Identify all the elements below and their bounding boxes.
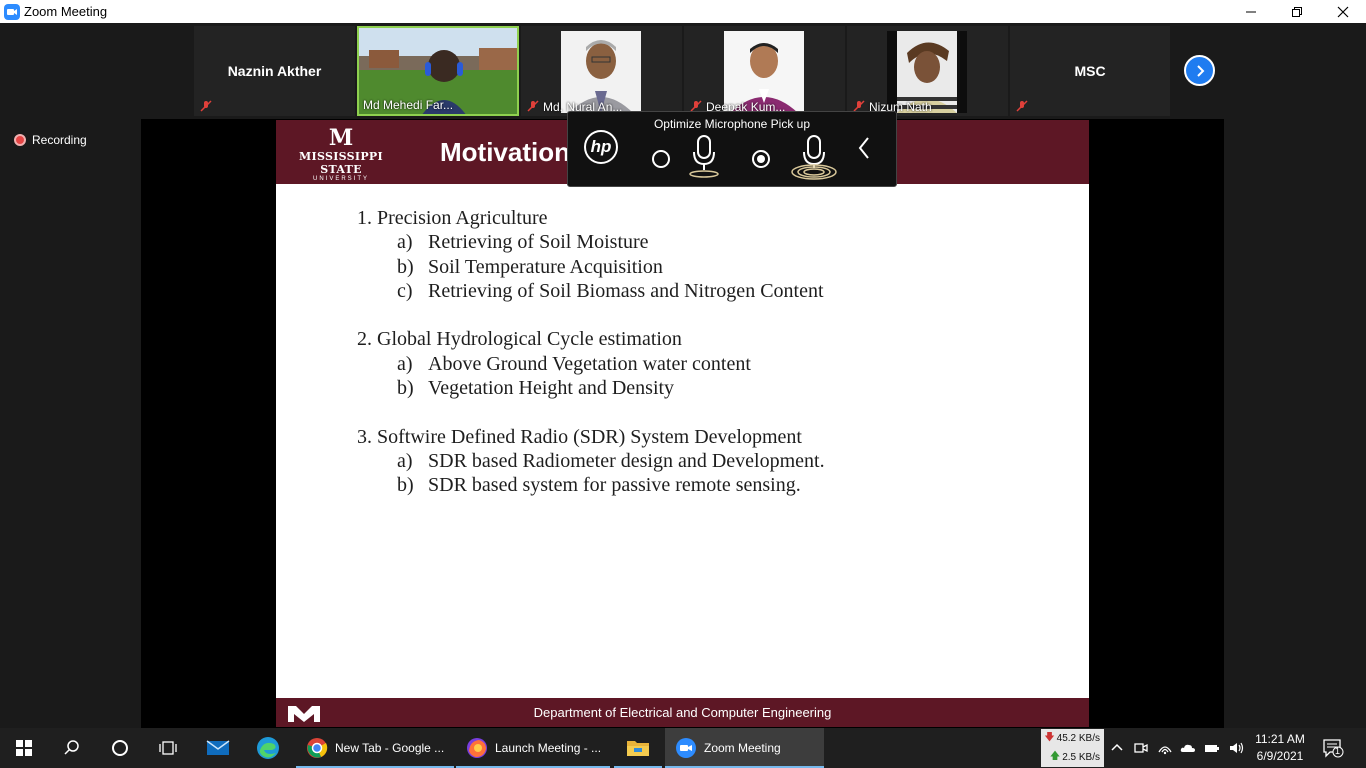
recording-icon [14,134,26,146]
battery-icon[interactable] [1204,740,1220,756]
section-heading: 2. Global Hydrological Cycle estimation [357,328,682,351]
chevron-left-icon[interactable] [856,136,872,160]
meeting-main: Recording M MISSISSIPPI STATE UNIVERSITY… [0,119,1366,728]
chrome-icon [307,738,328,758]
participant-tile[interactable]: Md. Nural An... [521,26,682,116]
mic-muted-icon [1016,100,1028,112]
single-mic-radio[interactable] [652,150,670,168]
slide-section: 1. Precision Agriculture a) Retrieving of… [357,206,825,303]
hp-logo: hp [584,130,618,164]
slide-section: 2. Global Hydrological Cycle estimation … [357,327,825,400]
participant-tile-active-speaker[interactable]: Md Mehedi Far... [357,26,519,116]
close-icon [1337,6,1349,17]
window-title: Zoom Meeting [24,4,108,19]
slide-footer: Department of Electrical and Computer En… [276,698,1089,727]
next-page-button[interactable] [1184,55,1215,86]
participant-tile[interactable]: Naznin Akther [194,26,355,116]
search-button[interactable] [48,728,96,768]
minimize-button[interactable] [1228,0,1274,23]
participant-tile[interactable]: MSC [1010,26,1170,116]
slide-title: Motivation [440,137,570,167]
taskbar-app-label: Zoom Meeting [704,741,781,755]
participant-gallery: Naznin Akther Md Mehedi Far... Md. Nural… [0,23,1366,119]
slide-section: 3. Softwire Defined Radio (SDR) System D… [357,425,825,498]
msu-logo: M MISSISSIPPI STATE UNIVERSITY [299,125,383,182]
title-bar: Zoom Meeting [0,0,1366,23]
edge-button[interactable] [244,728,292,768]
firefox-icon [467,738,487,758]
section-heading: 1. Precision Agriculture [357,207,548,229]
net-download: 🡇 45.2 KB/s [1044,732,1100,744]
taskbar: New Tab - Google ... Launch Meeting - ..… [0,728,1366,768]
taskbar-app-firefox[interactable]: Launch Meeting - ... [456,728,610,768]
task-view-icon [159,741,177,755]
clock-time: 11:21 AM [1255,732,1305,746]
volume-icon[interactable] [1228,740,1244,756]
zoom-icon [676,738,696,758]
net-upload: 🡅 2.5 KB/s [1049,751,1100,763]
start-button[interactable] [0,728,48,768]
participant-tile[interactable]: Deepak Kum... [684,26,845,116]
onedrive-icon[interactable] [1180,740,1196,756]
cortana-button[interactable] [96,728,144,768]
list-item: a) Retrieving of Soil Moisture [397,231,649,254]
file-explorer-icon [627,741,649,756]
participant-name: Md Mehedi Far... [363,98,454,112]
minimize-icon [1246,11,1256,12]
participant-name: MSC [1074,63,1106,79]
taskbar-app-chrome[interactable]: New Tab - Google ... [296,728,454,768]
network-monitor[interactable]: 🡇 45.2 KB/s 🡅 2.5 KB/s [1041,729,1104,767]
close-button[interactable] [1320,0,1366,23]
clock-date: 6/9/2021 [1256,749,1304,763]
participant-tile[interactable]: Nizum Nath [847,26,1008,116]
multi-mic-radio[interactable] [752,150,770,168]
taskbar-app-zoom[interactable]: Zoom Meeting [665,728,824,768]
recording-label: Recording [32,133,87,147]
search-icon [64,740,79,755]
list-item: b) SDR based system for passive remote se… [397,474,801,497]
mail-icon [206,740,230,755]
notification-icon [1323,739,1344,758]
notification-count: 1 [1335,746,1341,756]
list-item: a) Above Ground Vegetation water content [397,352,751,375]
single-mic-icon[interactable] [686,134,722,180]
meet-now-icon[interactable] [1133,740,1149,756]
edge-icon [257,737,279,759]
notification-center-button[interactable]: 1 [1322,738,1344,758]
wifi-icon[interactable] [1157,740,1173,756]
recording-indicator[interactable]: Recording [14,133,87,147]
chevron-up-icon[interactable] [1109,740,1125,756]
list-item: b) Vegetation Height and Density [397,377,675,400]
cortana-icon [112,740,128,756]
taskbar-app-label: Launch Meeting - ... [495,741,602,755]
shared-slide: M MISSISSIPPI STATE UNIVERSITY Motivatio… [276,120,1089,727]
list-item: c) Retrieving of Soil Biomass and Nitroge… [397,279,824,302]
multi-mic-icon[interactable] [790,134,838,180]
taskbar-app-label: New Tab - Google ... [335,741,445,755]
slide-body: 1. Precision Agriculture a) Retrieving of… [357,206,825,522]
restore-icon [1292,6,1302,17]
windows-icon [16,740,32,756]
mic-muted-icon [527,100,539,112]
list-item: b) Soil Temperature Acquisition [397,255,663,278]
task-view-button[interactable] [144,728,192,768]
taskbar-app-explorer[interactable] [614,728,662,768]
hp-mic-optimizer-popup: Optimize Microphone Pick up hp [567,111,897,187]
system-clock[interactable]: 11:21 AM 6/9/2021 [1248,731,1312,765]
participant-name: Naznin Akther [227,63,322,79]
chevron-right-icon [1196,64,1204,77]
department-name: Department of Electrical and Computer En… [533,705,832,720]
restore-button[interactable] [1274,0,1320,23]
mail-button[interactable] [194,728,242,768]
section-heading: 3. Softwire Defined Radio (SDR) System D… [357,425,802,448]
zoom-app-icon [4,3,20,20]
mic-muted-icon [200,100,212,112]
hp-popup-title: Optimize Microphone Pick up [653,117,811,131]
list-item: a) SDR based Radiometer design and Develo… [397,449,825,472]
